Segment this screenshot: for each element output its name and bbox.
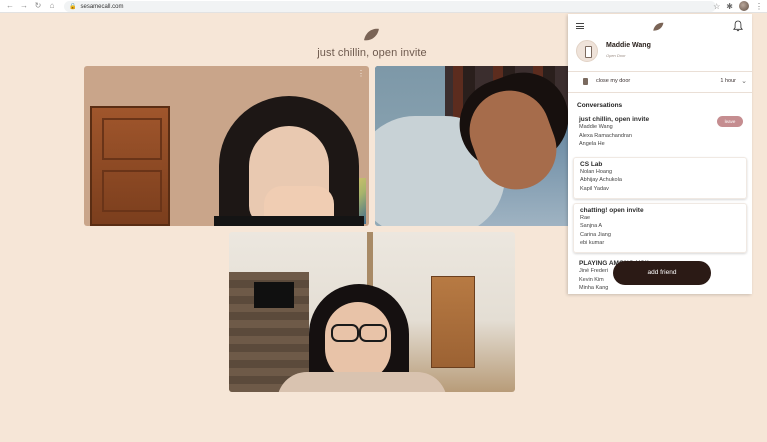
profile-status: Open Door [606,53,626,58]
conversations-panel: Maddie Wang Open Door close my door 1 ho… [568,14,752,294]
forward-icon[interactable]: → [20,1,28,11]
browser-toolbar: ← → ↻ ⌂ 🔒 sesamecall.com ☆ ✱ ⋮ [0,0,767,13]
leave-button[interactable]: leave [717,116,743,127]
participant-glasses [327,324,391,342]
conversations-heading: Conversations [577,102,623,109]
video-tile-participant-1[interactable]: ⋮ [84,66,369,226]
conversation-member: Carina Jiang [580,231,611,238]
conversation-member: Alexa Ramachandran [579,132,632,139]
door-icon [583,78,588,85]
conversation-member: Angela He [579,141,605,148]
video-tile-participant-2[interactable] [375,66,575,226]
conversation-member: Kapil Yadav [580,185,609,192]
browser-nav: ← → ↻ ⌂ [0,1,56,11]
extensions-icon[interactable]: ✱ [726,2,733,11]
hamburger-menu-icon[interactable] [576,23,584,29]
profile-section: Maddie Wang Open Door [568,38,752,68]
conversation-item[interactable]: just chillin, open invite Maddie Wang Al… [573,113,747,153]
sesame-leaf-logo-icon [364,28,379,41]
home-icon[interactable]: ⌂ [48,1,56,11]
add-friend-button[interactable]: add friend [613,261,711,285]
door-duration-select[interactable]: 1 hour [720,78,736,84]
background-tv [254,282,294,308]
close-door-button[interactable]: close my door [596,78,630,84]
avatar[interactable] [576,40,598,62]
conversation-member: Rae [580,214,591,221]
browser-menu-icon[interactable]: ⋮ [755,2,763,11]
conversation-title: chatting! open invite [580,206,644,214]
conversation-title: CS Lab [580,160,603,168]
tile-more-icon[interactable]: ⋮ [357,69,365,78]
back-icon[interactable]: ← [6,1,14,11]
conversation-member: Sanjna A [580,223,603,230]
background-door [431,276,475,368]
divider [568,71,752,72]
bookmark-star-icon[interactable]: ☆ [713,2,720,11]
background-door [90,106,170,226]
profile-avatar-icon[interactable] [739,1,749,11]
chevron-down-icon[interactable]: ⌄ [741,77,747,85]
door-control[interactable]: close my door 1 hour ⌄ [568,75,752,89]
video-tile-participant-3[interactable] [229,232,515,392]
conversation-member: ebi kumar [580,240,605,247]
profile-name: Maddie Wang [606,42,651,49]
notification-bell-icon[interactable] [733,20,743,32]
conversation-member: Minha Kang [579,285,609,292]
participant-shirt [214,216,364,226]
conversation-member: Abhijay Achukola [580,177,622,184]
participant-sweater [277,372,447,392]
conversation-member: Nolan Hoang [580,168,613,175]
panel-header [568,14,752,38]
participant-face [325,302,391,382]
browser-actions: ☆ ✱ ⋮ [713,1,763,11]
address-bar[interactable]: 🔒 sesamecall.com [64,1,716,12]
conversation-item[interactable]: CS Lab Nolan Hoang Abhijay Achukola Kapi… [573,156,747,199]
lock-icon: 🔒 [69,4,77,10]
url-text: sesamecall.com [80,3,124,10]
divider [568,92,752,93]
sesame-leaf-logo-icon [653,22,664,31]
reload-icon[interactable]: ↻ [34,1,42,11]
conversation-item[interactable]: chatting! open invite Rae Sanjna A Carin… [573,202,747,253]
